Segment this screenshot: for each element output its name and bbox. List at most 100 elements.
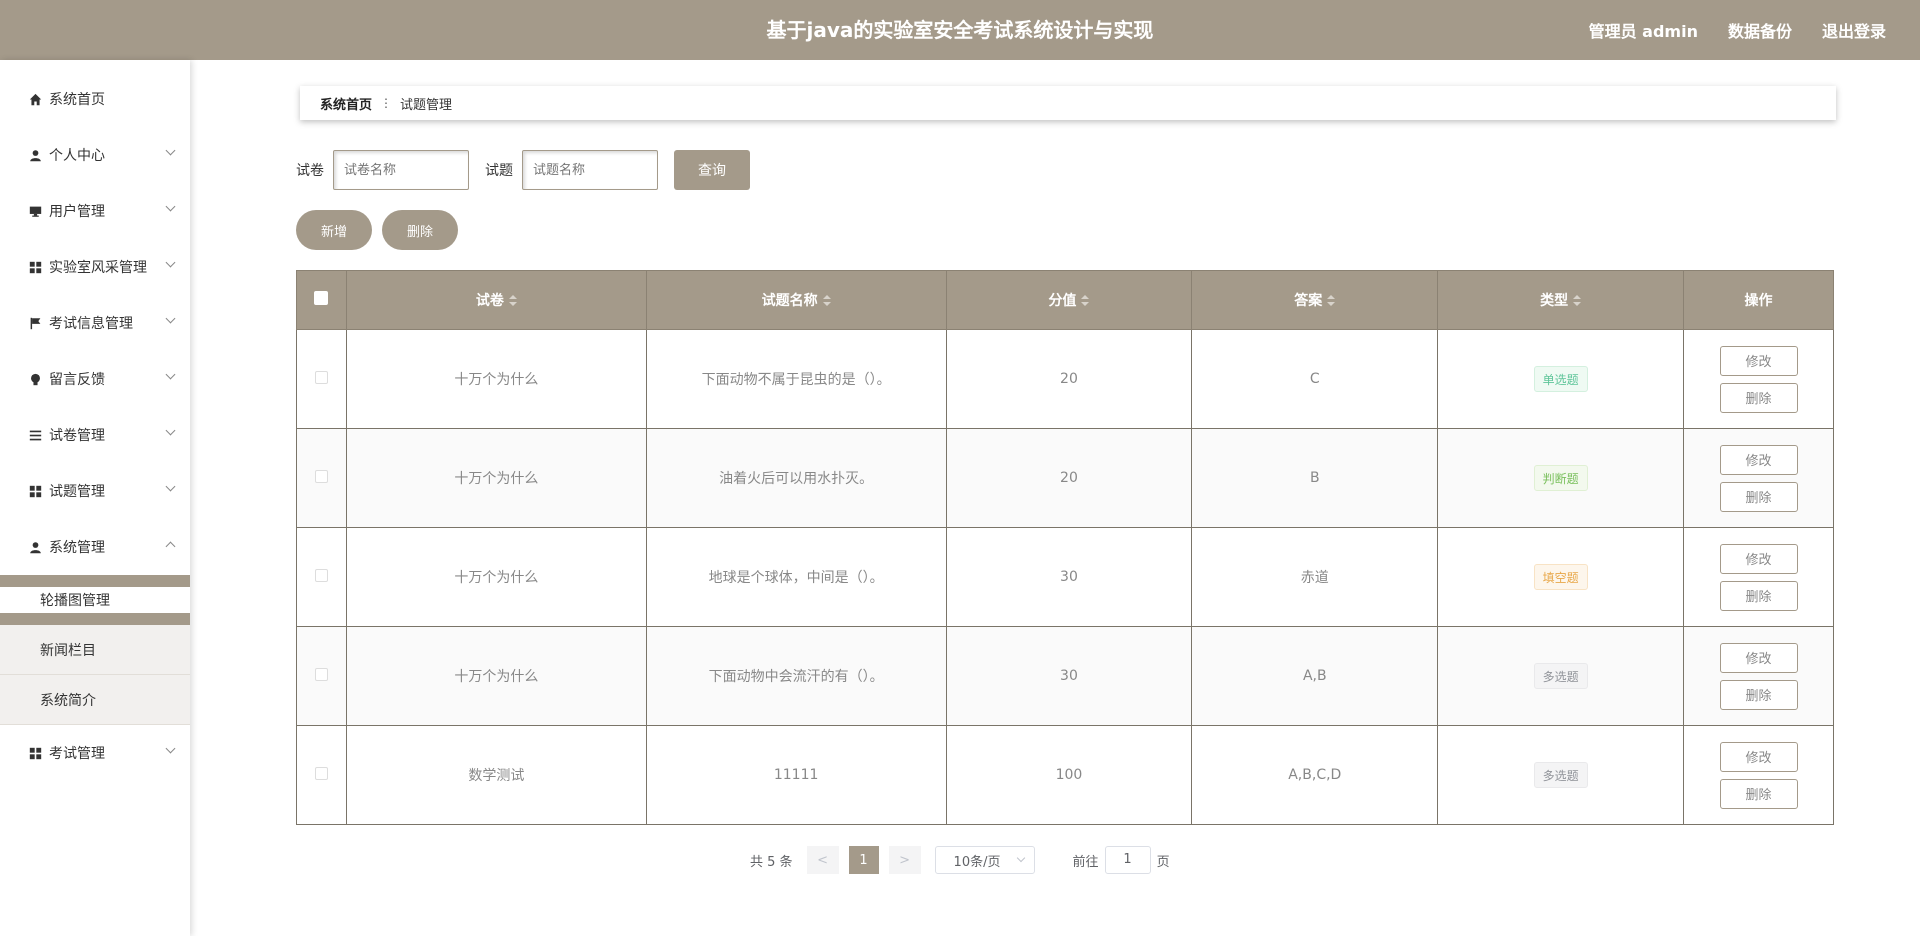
chevron-down-icon [165, 425, 176, 436]
sidebar-item-lab-showcase[interactable]: 实验室风采管理 [0, 239, 190, 295]
admin-user-link[interactable]: 管理员 admin [1589, 18, 1698, 42]
delete-button[interactable]: 删除 [1719, 679, 1798, 710]
sidebar-item-exam-management[interactable]: 考试管理 [0, 725, 190, 781]
edit-button[interactable]: 修改 [1719, 543, 1798, 574]
sidebar-item-system-management[interactable]: 系统管理 [0, 519, 190, 575]
cell-score: 100 [945, 725, 1193, 825]
table-row: 十万个为什么 地球是个球体，中间是（）。 30 赤道 填空题 修改 删除 [296, 527, 1834, 627]
next-page-button[interactable]: > [888, 846, 921, 874]
goto-page-input[interactable]: 1 [1104, 846, 1151, 874]
batch-delete-button[interactable]: 删除 [382, 210, 458, 250]
sidebar-item-label: 实验室风采管理 [49, 260, 147, 276]
sort-icon[interactable] [822, 295, 831, 307]
sidebar-item-user-management[interactable]: 用户管理 [0, 183, 190, 239]
sidebar-subitem-news[interactable]: 新闻栏目 [0, 625, 190, 675]
sidebar-item-paper-management[interactable]: 试卷管理 [0, 407, 190, 463]
goto-label: 前往 [1072, 854, 1099, 870]
cell-paper: 十万个为什么 [345, 329, 647, 429]
breadcrumb-home[interactable]: 系统首页 [320, 94, 372, 113]
column-header-type[interactable]: 类型 [1437, 270, 1685, 330]
type-tag: 多选题 [1533, 663, 1588, 689]
table-row: 十万个为什么 油着火后可以用水扑灭。 20 B 判断题 修改 删除 [296, 428, 1834, 528]
sidebar-item-label: 试题管理 [49, 484, 105, 500]
page-unit-label: 页 [1156, 854, 1170, 870]
row-checkbox[interactable] [314, 667, 328, 681]
query-button[interactable]: 查询 [674, 150, 750, 190]
type-tag: 多选题 [1533, 762, 1588, 788]
search-bar: 试卷 试题 查询 [296, 150, 750, 190]
sidebar-item-personal-center[interactable]: 个人中心 [0, 127, 190, 183]
question-label: 试题 [485, 163, 513, 179]
select-all-cell [296, 270, 347, 330]
column-header-question[interactable]: 试题名称 [645, 270, 947, 330]
delete-button[interactable]: 删除 [1719, 382, 1798, 413]
sidebar-item-question-management[interactable]: 试题管理 [0, 463, 190, 519]
type-tag: 判断题 [1533, 465, 1588, 491]
table-row: 数学测试 11111 100 A,B,C,D 多选题 修改 删除 [296, 725, 1834, 825]
table-row: 十万个为什么 下面动物不属于昆虫的是（）。 20 C 单选题 修改 删除 [296, 329, 1834, 429]
question-name-input[interactable] [522, 150, 658, 190]
type-tag: 单选题 [1533, 366, 1588, 392]
home-icon [28, 92, 42, 106]
column-header-actions: 操作 [1683, 270, 1834, 330]
delete-button[interactable]: 删除 [1719, 580, 1798, 611]
edit-button[interactable]: 修改 [1719, 444, 1798, 475]
delete-button[interactable]: 删除 [1719, 778, 1798, 809]
cell-question: 下面动物不属于昆虫的是（）。 [645, 329, 947, 429]
sidebar-subitem-carousel[interactable]: 轮播图管理 [0, 575, 190, 625]
data-backup-link[interactable]: 数据备份 [1728, 18, 1792, 42]
sidebar-subitem-system-intro[interactable]: 系统简介 [0, 675, 190, 725]
sidebar: 系统首页 个人中心 用户管理 实验室风采管理 考试信息管理 留言反馈 试卷管理 … [0, 60, 190, 936]
sort-icon[interactable] [1327, 295, 1336, 307]
paper-name-input[interactable] [333, 150, 469, 190]
monitor-icon [28, 204, 42, 218]
sort-icon[interactable] [508, 295, 517, 307]
column-header-answer[interactable]: 答案 [1191, 270, 1439, 330]
type-tag: 填空题 [1533, 564, 1588, 590]
grid-icon [28, 260, 42, 274]
row-checkbox[interactable] [314, 469, 328, 483]
chevron-down-icon [165, 201, 176, 212]
pagination: 共 5 条 < 1 > 10条/页 前往 1 页 [750, 846, 1170, 874]
sidebar-item-home[interactable]: 系统首页 [0, 71, 190, 127]
logout-link[interactable]: 退出登录 [1822, 18, 1886, 42]
row-checkbox[interactable] [314, 766, 328, 780]
cell-score: 30 [945, 527, 1193, 627]
edit-button[interactable]: 修改 [1719, 642, 1798, 673]
cell-question: 油着火后可以用水扑灭。 [645, 428, 947, 528]
sidebar-item-label: 考试管理 [49, 746, 105, 762]
column-header-paper[interactable]: 试卷 [345, 270, 647, 330]
sort-icon[interactable] [1573, 295, 1582, 307]
row-checkbox[interactable] [314, 370, 328, 384]
chevron-down-icon [165, 481, 176, 492]
page-number-current[interactable]: 1 [848, 846, 879, 874]
table-header-row: 试卷 试题名称 分值 答案 类型 操作 [296, 270, 1834, 330]
sort-icon[interactable] [1081, 295, 1090, 307]
sidebar-item-label: 个人中心 [49, 148, 105, 164]
row-checkbox[interactable] [314, 568, 328, 582]
sidebar-item-exam-info[interactable]: 考试信息管理 [0, 295, 190, 351]
grid-icon [28, 746, 42, 760]
cell-score: 20 [945, 428, 1193, 528]
cell-answer: 赤道 [1191, 527, 1439, 627]
flag-icon [28, 316, 42, 330]
page-size-select[interactable]: 10条/页 [934, 846, 1035, 874]
edit-button[interactable]: 修改 [1719, 345, 1798, 376]
grid-icon [28, 484, 42, 498]
cell-score: 20 [945, 329, 1193, 429]
prev-page-button[interactable]: < [806, 846, 839, 874]
sidebar-item-label: 系统首页 [49, 92, 105, 108]
cell-question: 11111 [645, 725, 947, 825]
breadcrumb: 系统首页 ⋮ 试题管理 [300, 86, 1836, 120]
cell-paper: 十万个为什么 [345, 527, 647, 627]
chevron-down-icon [1016, 853, 1025, 863]
chevron-down-icon [165, 743, 176, 754]
delete-button[interactable]: 删除 [1719, 481, 1798, 512]
select-all-checkbox[interactable] [314, 291, 329, 305]
cell-answer: B [1191, 428, 1439, 528]
cell-paper: 十万个为什么 [345, 626, 647, 726]
add-button[interactable]: 新增 [296, 210, 372, 250]
column-header-score[interactable]: 分值 [945, 270, 1193, 330]
edit-button[interactable]: 修改 [1719, 741, 1798, 772]
sidebar-item-feedback[interactable]: 留言反馈 [0, 351, 190, 407]
